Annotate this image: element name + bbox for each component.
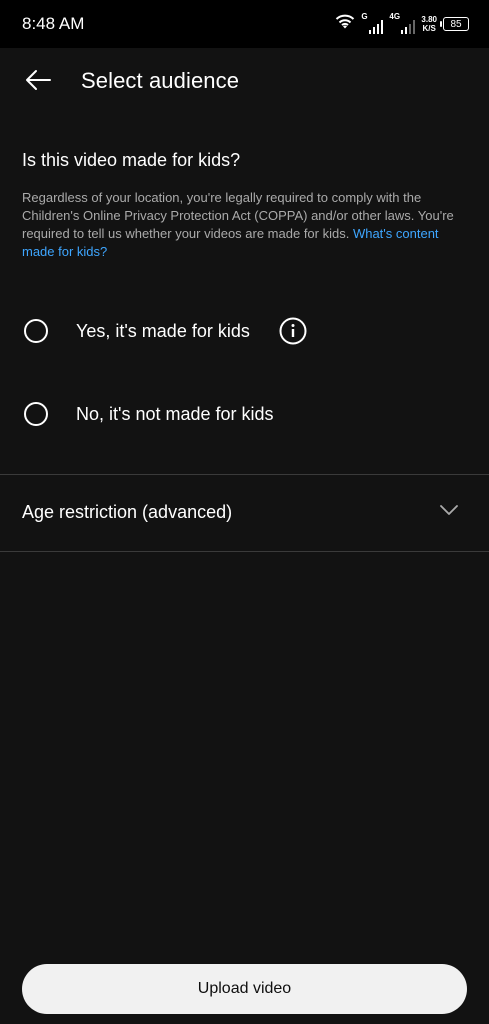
network-type-1: G xyxy=(361,12,368,21)
radio-made-for-kids[interactable] xyxy=(24,319,48,343)
divider-bottom xyxy=(0,551,489,552)
upload-video-button[interactable]: Upload video xyxy=(22,964,467,1014)
arrow-left-icon xyxy=(26,70,51,90)
top-app-bar: Select audience xyxy=(0,48,489,114)
network-type-2: 4G xyxy=(389,12,401,21)
speed-unit: K/S xyxy=(422,24,436,33)
option-label-yes: Yes, it's made for kids xyxy=(76,320,250,341)
option-made-for-kids[interactable]: Yes, it's made for kids xyxy=(0,301,489,361)
page-title: Select audience xyxy=(81,68,240,93)
option-not-made-for-kids[interactable]: No, it's not made for kids xyxy=(0,384,489,444)
age-restriction-row[interactable]: Age restriction (advanced) xyxy=(0,475,489,551)
coppa-description: Regardless of your location, you're lega… xyxy=(22,189,462,261)
status-icons: G 4G 3.80 K/S 85 xyxy=(335,12,469,36)
wifi-icon xyxy=(335,14,355,35)
battery-icon: 85 xyxy=(440,17,469,31)
option-label-no: No, it's not made for kids xyxy=(76,403,274,424)
status-time: 8:48 AM xyxy=(22,14,85,33)
status-bar: 8:48 AM G 4G 3.80 K/S 85 xyxy=(0,0,489,48)
info-button[interactable] xyxy=(279,317,307,345)
speed-value: 3.80 xyxy=(421,15,437,24)
network-speed: 3.80 K/S xyxy=(421,15,437,33)
kids-question: Is this video made for kids? xyxy=(22,150,241,170)
signal-icon: G xyxy=(361,12,384,34)
info-icon xyxy=(279,317,307,345)
back-button[interactable] xyxy=(16,58,60,102)
chevron-down-icon xyxy=(440,505,458,515)
age-restriction-label: Age restriction (advanced) xyxy=(22,502,233,522)
signal-icon-2: 4G xyxy=(389,12,416,34)
battery-level: 85 xyxy=(450,19,462,30)
radio-not-made-for-kids[interactable] xyxy=(24,402,48,426)
